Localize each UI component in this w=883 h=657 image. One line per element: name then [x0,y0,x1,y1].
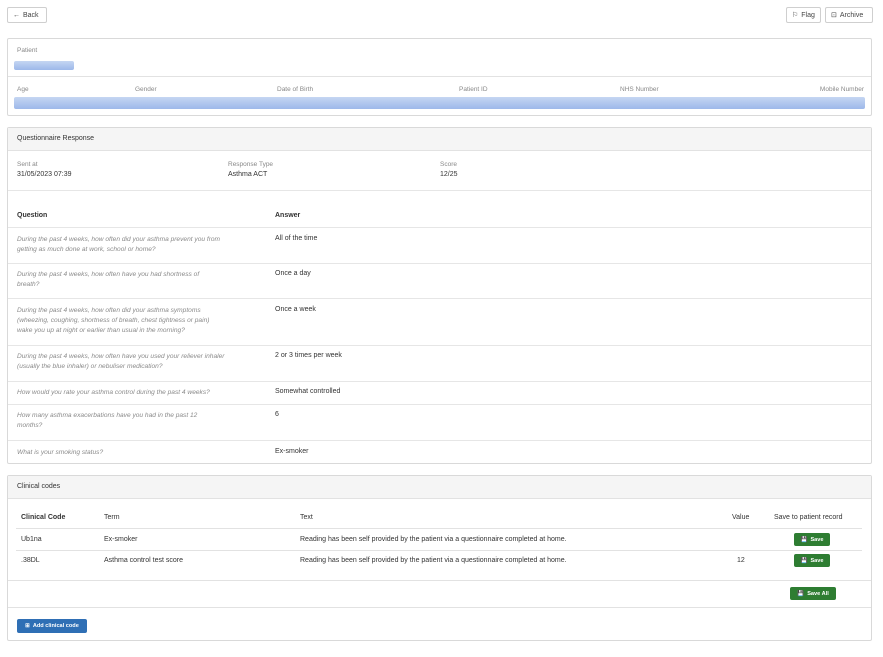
question-line: During the past 4 weeks, how often have … [17,271,200,278]
save-all-button[interactable]: 💾 Save All [790,587,836,600]
back-label: Back [23,11,39,19]
floppy-disk-icon: 💾 [797,590,805,597]
save-label: Save [810,536,824,543]
table-row [8,263,871,264]
divider [8,190,871,191]
sent-at-value: 31/05/2023 07:39 [17,171,72,178]
patient-panel: Patient Age Gender Date of Birth Patient… [7,38,872,116]
question-column-header: Question [17,212,48,219]
question-line: wake you up at night or earlier than usu… [17,327,185,334]
question-line: How many asthma exacerbations have you h… [17,412,198,419]
sent-at-label: Sent at [17,161,38,168]
divider [16,550,862,551]
term-cell: Ex-smoker [104,536,138,543]
nhs-number-label: NHS Number [620,86,659,93]
answer-text: 2 or 3 times per week [275,352,342,359]
save-label: Save [810,557,824,564]
text-column-header: Text [300,514,313,521]
question-line: months? [17,422,43,429]
text-cell: Reading has been self provided by the pa… [300,536,567,543]
question-text: During the past 4 weeks, how often have … [17,352,272,372]
text-cell: Reading has been self provided by the pa… [300,557,567,564]
table-row [8,440,871,441]
table-row [8,227,871,228]
add-clinical-code-label: Add clinical code [32,623,79,629]
answer-text: Once a day [275,270,311,277]
question-text: How would you rate your asthma control d… [17,388,272,398]
clinical-codes-panel: Clinical codes Clinical Code Term Text V… [7,475,872,641]
table-row [8,298,871,299]
question-line: breath? [17,281,40,288]
answer-text: 6 [275,411,279,418]
age-label: Age [17,86,29,93]
answer-text: Somewhat controlled [275,388,341,395]
question-line: getting as much done at work, school or … [17,246,156,253]
clinical-code-cell: Ub1na [21,536,42,543]
divider [8,76,871,77]
question-text: During the past 4 weeks, how often did y… [17,235,267,255]
clinical-code-cell: .38DL [21,557,40,564]
question-text: How many asthma exacerbations have you h… [17,411,267,431]
save-column-header: Save to patient record [774,514,843,521]
save-button[interactable]: 💾 Save [794,554,830,567]
divider [8,580,871,581]
value-cell: 12 [737,557,745,564]
answer-text: Ex-smoker [275,448,309,455]
divider [8,607,871,608]
arrow-left-icon: ← [13,11,20,19]
answer-text: Once a week [275,306,316,313]
patient-details-redacted [14,97,865,109]
question-line: (usually the blue inhaler) or nebuliser … [17,363,163,370]
plus-square-icon: ⊞ [25,623,30,629]
question-line: What is your smoking status? [17,449,104,456]
archive-icon: ⊡ [831,12,837,19]
question-text: During the past 4 weeks, how often did y… [17,306,272,336]
response-type-label: Response Type [228,161,274,168]
term-cell: Asthma control test score [104,557,183,564]
question-line: During the past 4 weeks, how often did y… [17,236,221,243]
mobile-number-label: Mobile Number [819,86,864,93]
patient-name-redacted [14,61,74,70]
add-clinical-code-button[interactable]: ⊞ Add clinical code [17,619,87,633]
answer-text: All of the time [275,235,318,242]
back-button[interactable]: ← Back [7,7,47,23]
patient-id-label: Patient ID [459,86,488,93]
question-line: During the past 4 weeks, how often did y… [17,307,201,314]
term-column-header: Term [104,514,120,521]
clinical-code-column-header: Clinical Code [21,514,66,521]
flag-icon: ⚐ [792,12,799,19]
table-row [8,345,871,346]
flag-button[interactable]: ⚐ Flag [786,7,821,23]
archive-button[interactable]: ⊡ Archive [825,7,873,23]
table-row [8,404,871,405]
response-type-value: Asthma ACT [228,171,268,178]
floppy-disk-icon: 💾 [800,536,808,543]
question-text: What is your smoking status? [17,448,267,458]
save-all-label: Save All [807,590,829,597]
question-text: During the past 4 weeks, how often have … [17,270,267,290]
archive-label: Archive [839,11,864,19]
dob-label: Date of Birth [277,86,314,93]
table-row [8,381,871,382]
floppy-disk-icon: 💾 [800,557,808,564]
questionnaire-header: Questionnaire Response [8,128,871,151]
save-button[interactable]: 💾 Save [794,533,830,546]
divider [16,528,862,529]
question-line: (wheezing, coughing, shortness of breath… [17,317,210,324]
question-line: How would you rate your asthma control d… [17,389,210,396]
answer-column-header: Answer [275,212,301,219]
flag-label: Flag [801,11,815,19]
questionnaire-panel: Questionnaire Response Sent at 31/05/202… [7,127,872,464]
score-value: 12/25 [440,171,458,178]
clinical-codes-header: Clinical codes [8,476,871,499]
value-column-header: Value [732,514,750,521]
score-label: Score [440,161,457,168]
gender-label: Gender [135,86,157,93]
question-line: During the past 4 weeks, how often have … [17,353,225,360]
patient-header: Patient [17,47,38,54]
